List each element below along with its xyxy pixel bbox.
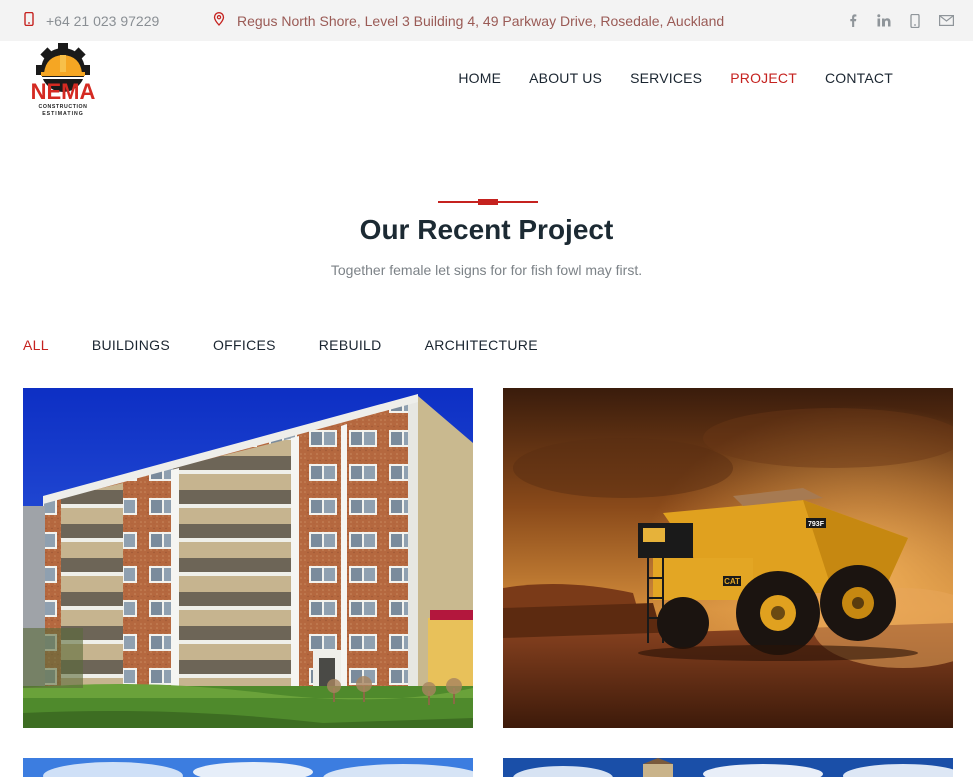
mining-dump-truck-photo: CAT 793F xyxy=(503,388,953,728)
nav-services[interactable]: SERVICES xyxy=(630,70,702,86)
filter-architecture[interactable]: ARCHITECTURE xyxy=(425,337,538,353)
logo-line1-text: CONSTRUCTION xyxy=(39,104,88,110)
project-card-4[interactable] xyxy=(503,758,953,777)
main-nav: HOME ABOUT US SERVICES PROJECT CONTACT xyxy=(458,70,893,86)
nav-project[interactable]: PROJECT xyxy=(730,70,797,86)
linkedin-icon[interactable] xyxy=(875,12,893,30)
mobile-icon[interactable] xyxy=(906,12,924,30)
project-filters: ALL BUILDINGS OFFICES REBUILD ARCHITECTU… xyxy=(23,337,581,353)
address-contact[interactable]: Regus North Shore, Level 3 Building 4, 4… xyxy=(213,0,724,41)
filter-offices[interactable]: OFFICES xyxy=(213,337,276,353)
nav-home[interactable]: HOME xyxy=(458,70,501,86)
truck-model-text: 793F xyxy=(808,521,825,528)
filter-buildings[interactable]: BUILDINGS xyxy=(92,337,170,353)
heading-divider-accent xyxy=(478,199,498,205)
nav-contact[interactable]: CONTACT xyxy=(825,70,893,86)
logo-line2-text: ESTIMATING xyxy=(42,111,84,117)
map-pin-icon xyxy=(213,12,225,29)
nema-logo[interactable]: NEMA CONSTRUCTION ESTIMATING xyxy=(24,43,102,119)
truck-brand-text: CAT xyxy=(724,577,740,586)
mail-icon[interactable] xyxy=(937,12,955,30)
phone-contact[interactable]: +64 21 023 97229 xyxy=(24,0,159,41)
top-bar: +64 21 023 97229 Regus North Shore, Leve… xyxy=(0,0,973,41)
filter-rebuild[interactable]: REBUILD xyxy=(319,337,382,353)
filter-all[interactable]: ALL xyxy=(23,337,49,353)
facebook-icon[interactable] xyxy=(844,12,862,30)
social-links xyxy=(844,0,955,41)
section-title: Our Recent Project xyxy=(359,214,614,245)
project-photo-3 xyxy=(23,758,473,777)
apartment-building-photo xyxy=(23,388,473,728)
project-photo-4 xyxy=(503,758,953,777)
project-card-dump-truck[interactable]: CAT 793F xyxy=(503,388,953,728)
section-subtitle: Together female let signs for for fish f… xyxy=(330,262,643,278)
logo-brand-text: NEMA xyxy=(31,79,96,104)
nav-about[interactable]: ABOUT US xyxy=(529,70,602,86)
project-card-3[interactable] xyxy=(23,758,473,777)
address-text: Regus North Shore, Level 3 Building 4, 4… xyxy=(237,12,725,29)
phone-icon xyxy=(24,11,34,29)
phone-number: +64 21 023 97229 xyxy=(46,12,160,29)
project-card-apartment[interactable] xyxy=(23,388,473,728)
